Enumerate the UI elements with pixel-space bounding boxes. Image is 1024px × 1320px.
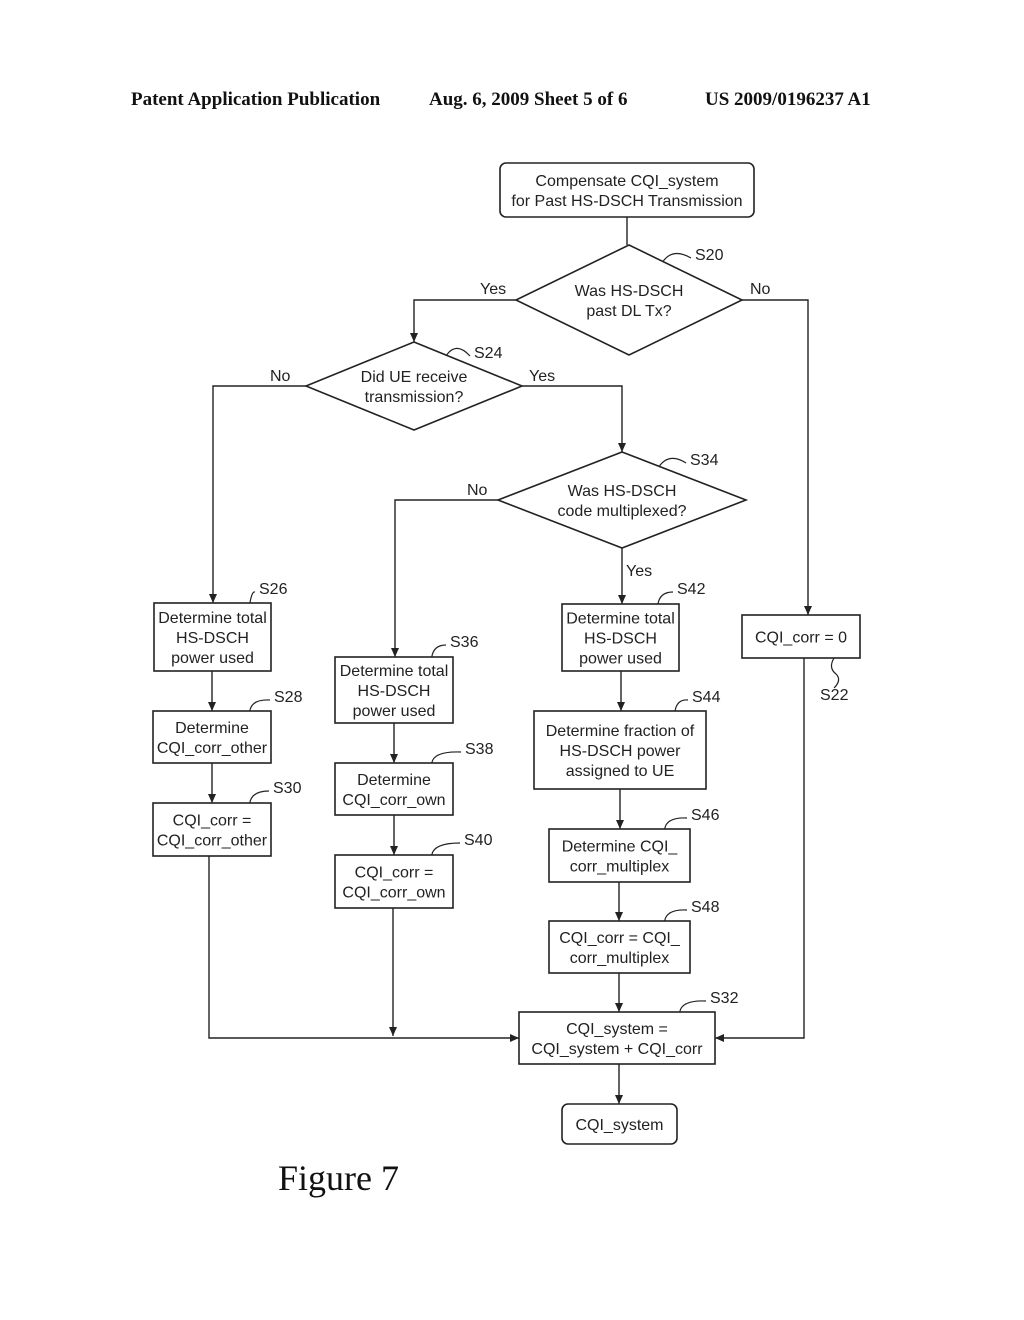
flowchart: Yes No No Yes No Yes Compensate CQI_systemfor…	[152, 162, 861, 1198]
ref-leader	[249, 790, 270, 804]
step-ref-label: S32	[710, 990, 739, 1007]
figure-caption: Figure 7	[278, 1158, 399, 1198]
step-ref-label: S38	[465, 741, 494, 758]
node-text-line: CQI_system + CQI_corr	[531, 1041, 703, 1058]
node-text-line: power used	[353, 703, 436, 720]
step-ref-label: S40	[464, 832, 493, 849]
node-text-line: Determine	[357, 772, 431, 789]
node-s40: CQI_corr = CQI_corr_own S40	[334, 832, 493, 909]
node-text-line: CQI_corr_own	[342, 792, 445, 809]
node-s48: CQI_corr = CQI_ corr_multiplex S48	[548, 899, 720, 974]
node-text-line: Determine total	[340, 663, 449, 680]
branch-label-s20-no: No	[750, 281, 771, 298]
node-text-line: Was HS-DSCH	[568, 483, 677, 500]
node-text-line: CQI_system	[575, 1117, 663, 1134]
node-text-line: corr_multiplex	[570, 859, 670, 876]
node-text-line: HS-DSCH power	[560, 743, 682, 760]
node-text-line: CQI_corr_other	[157, 740, 268, 757]
ref-leader	[664, 817, 688, 830]
ref-leader	[662, 252, 692, 262]
node-s26: Determine total HS-DSCH power used S26	[153, 581, 288, 672]
node-text-line: corr_multiplex	[570, 950, 670, 967]
node-start: Compensate CQI_systemfor Past HS-DSCH Tr…	[499, 162, 755, 218]
step-ref-label: S44	[692, 689, 721, 706]
step-ref-label: S46	[691, 807, 720, 824]
step-ref-label: S30	[273, 780, 302, 797]
node-text-line: Was HS-DSCH	[575, 283, 684, 300]
ref-leader	[679, 1000, 707, 1013]
step-ref-label: S24	[474, 345, 503, 362]
branch-label-s24-yes: Yes	[529, 368, 555, 385]
node-text-line: Compensate CQI_system	[535, 173, 718, 190]
flow-arrow	[410, 299, 516, 342]
node-text-line: HS-DSCH	[358, 683, 431, 700]
ref-leader	[249, 591, 256, 604]
node-text-line: Determine fraction of	[546, 723, 695, 740]
step-ref-label: S34	[690, 452, 719, 469]
connectors: Yes No No Yes No Yes	[208, 217, 812, 1104]
ref-leader	[249, 699, 271, 712]
flow-arrow	[715, 658, 805, 1042]
node-text-line: for Past HS-DSCH Transmission	[511, 193, 742, 210]
node-s38: Determine CQI_corr_own S38	[334, 741, 494, 816]
node-s36: Determine total HS-DSCH power used S36	[334, 634, 479, 724]
node-text-line: Determine	[175, 720, 249, 737]
flow-arrow	[522, 385, 626, 452]
ref-leader	[431, 842, 461, 856]
node-text-line: transmission?	[365, 389, 464, 406]
node-s42: Determine total HS-DSCH power used S42	[561, 581, 706, 672]
ref-leader	[431, 751, 462, 764]
branch-label-s34-no: No	[467, 482, 488, 499]
node-text-line: power used	[171, 650, 254, 667]
node-text-line: Determine CQI_	[562, 839, 679, 856]
node-text-line: Determine total	[566, 611, 675, 628]
node-s32: CQI_system = CQI_system + CQI_corr S32	[518, 990, 739, 1065]
node-text-line: HS-DSCH	[176, 630, 249, 647]
step-ref-label: S42	[677, 581, 706, 598]
ref-leader	[664, 909, 688, 922]
node-s46: Determine CQI_ corr_multiplex S46	[548, 807, 720, 883]
ref-leader	[445, 347, 471, 357]
node-text-line: past DL Tx?	[586, 303, 671, 320]
step-ref-label: S48	[691, 899, 720, 916]
step-ref-label: S28	[274, 689, 303, 706]
node-text-line: CQI_corr = 0	[755, 630, 847, 647]
ref-leader	[674, 699, 689, 712]
node-text-line: CQI_corr_own	[342, 885, 445, 902]
branch-label-s34-yes: Yes	[626, 563, 652, 580]
node-s24: Did UE receive transmission? S24	[303, 341, 525, 431]
node-text-line: Determine total	[158, 610, 267, 627]
step-ref-label: S22	[820, 687, 849, 704]
node-text-line: CQI_corr_other	[157, 833, 268, 850]
branch-label-s20-yes: Yes	[480, 281, 506, 298]
node-text-line: CQI_corr =	[173, 813, 252, 830]
flow-arrow	[391, 499, 498, 657]
node-s28: Determine CQI_corr_other S28	[152, 689, 303, 764]
step-ref-label: S36	[450, 634, 479, 651]
node-text-line: power used	[579, 651, 662, 668]
step-ref-label: S26	[259, 581, 288, 598]
ref-leader	[658, 457, 687, 467]
node-text-line: CQI_corr = CQI_	[559, 930, 681, 947]
flow-arrow	[742, 299, 812, 615]
ref-leader	[830, 657, 840, 689]
node-text-line: code multiplexed?	[558, 503, 687, 520]
node-text-line: assigned to UE	[566, 763, 675, 780]
node-text-line: CQI_corr =	[355, 865, 434, 882]
step-ref-label: S20	[695, 247, 724, 264]
node-end: CQI_system	[561, 1103, 678, 1145]
ref-leader	[431, 644, 447, 658]
node-text-line: Did UE receive	[361, 369, 468, 386]
branch-label-s24-no: No	[270, 368, 291, 385]
ref-leader	[657, 591, 674, 605]
flow-arrow	[209, 385, 306, 603]
node-s30: CQI_corr = CQI_corr_other S30	[152, 780, 302, 857]
node-s34: Was HS-DSCH code multiplexed? S34	[495, 451, 749, 549]
shapes: Compensate CQI_systemfor Past HS-DSCH Tr…	[152, 162, 861, 1145]
node-s44: Determine fraction of HS-DSCH power assign…	[533, 689, 721, 790]
node-text-line: HS-DSCH	[584, 631, 657, 648]
node-text-line: CQI_system =	[566, 1021, 668, 1038]
node-s20: Was HS-DSCH past DL Tx? S20	[514, 244, 744, 356]
node-s22: CQI_corr = 0 S22	[741, 614, 861, 704]
